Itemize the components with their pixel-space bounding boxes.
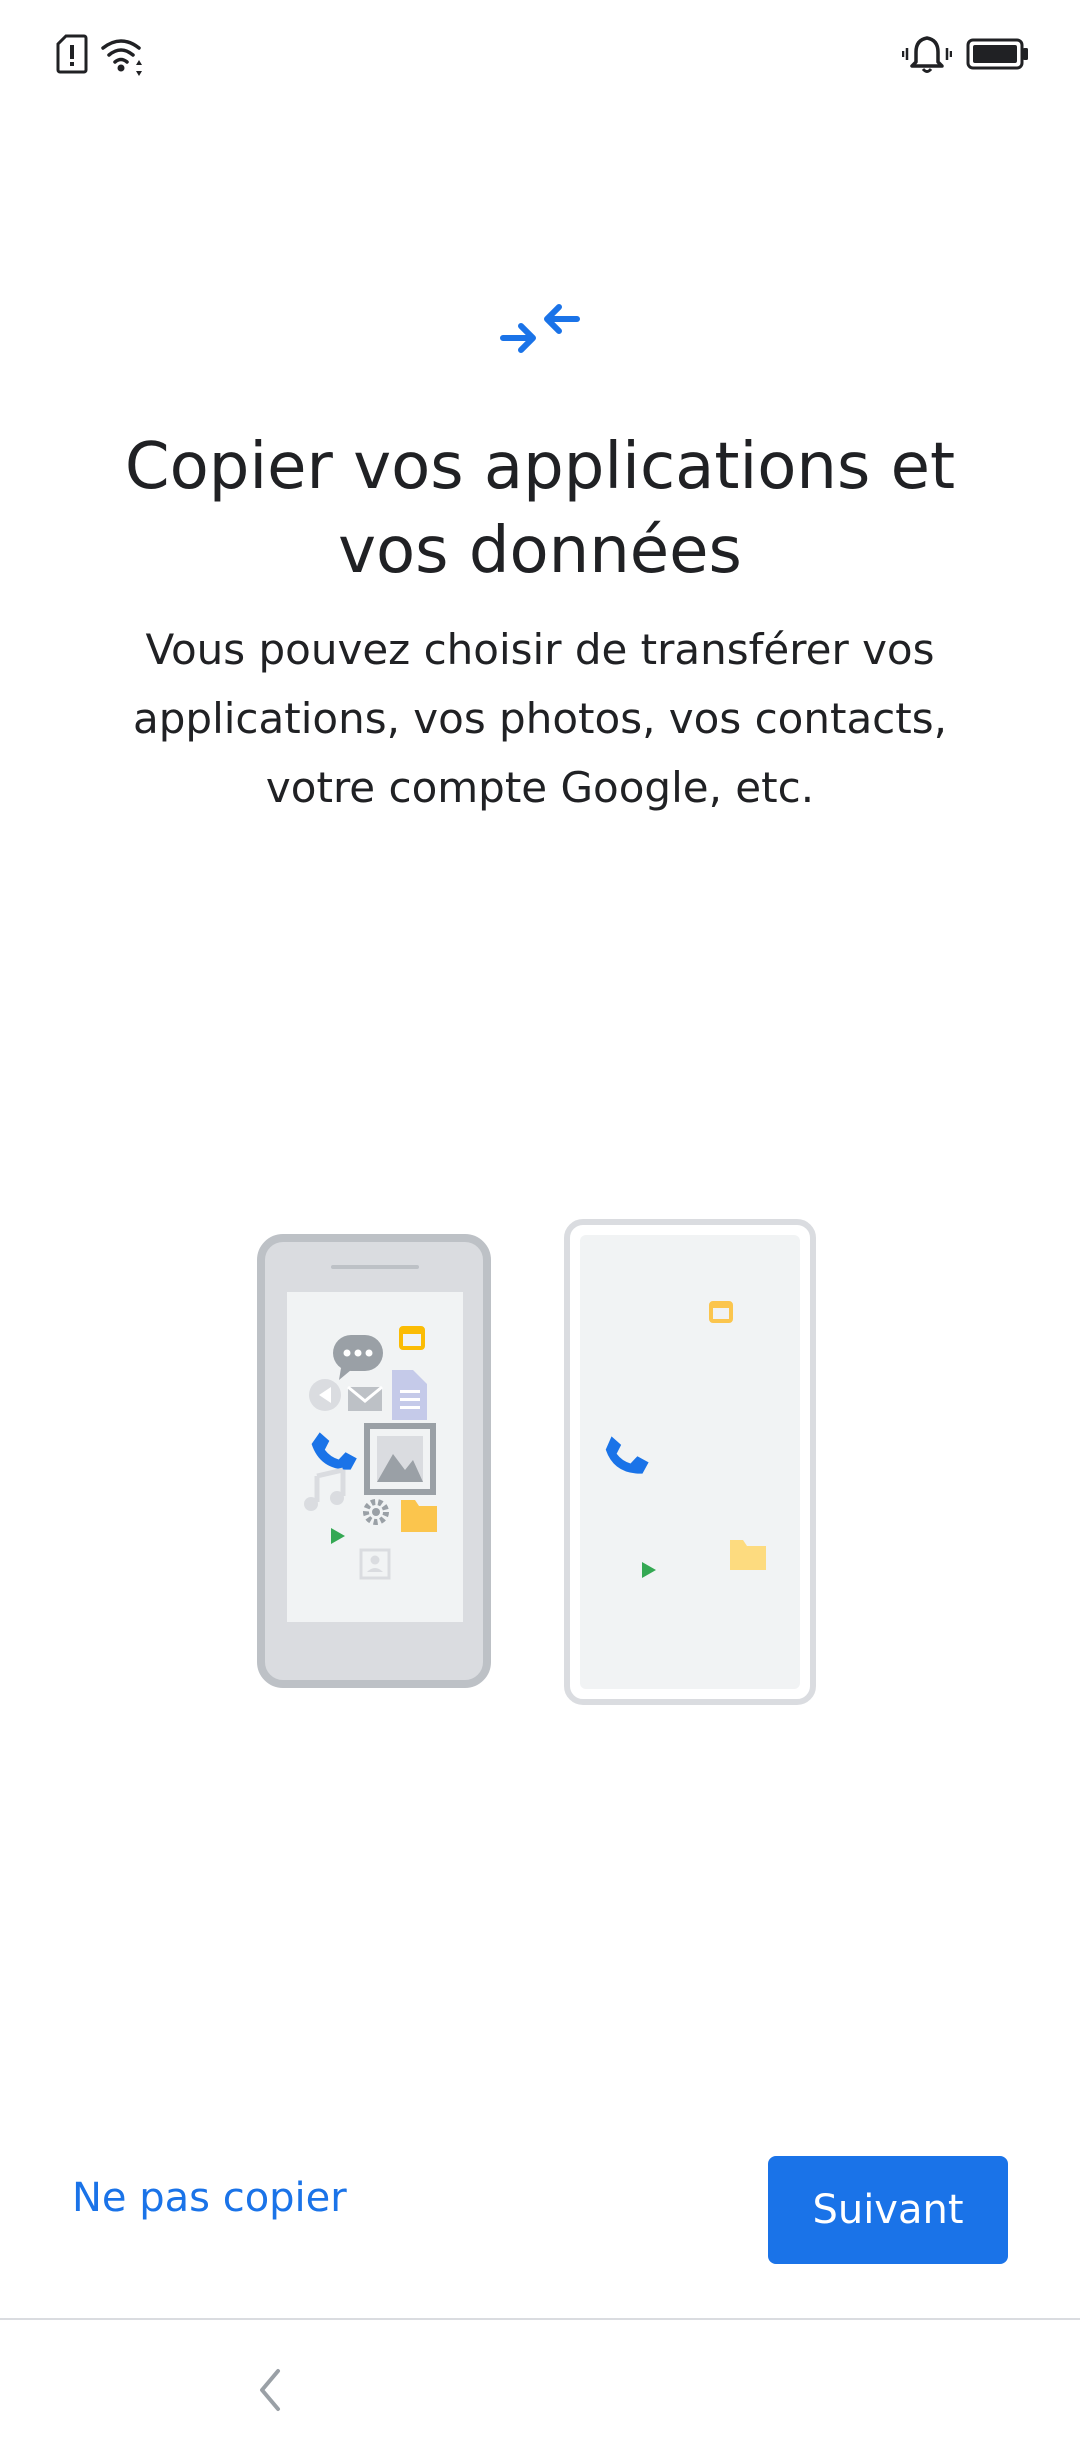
next-button[interactable]: Suivant	[768, 2156, 1008, 2264]
page-title: Copier vos applications et vos données	[124, 430, 956, 588]
target-phone	[564, 1219, 816, 1705]
setup-screen: Copier vos applications et vos données V…	[0, 0, 1080, 2460]
source-phone	[257, 1234, 491, 1688]
vibrate-bell-icon	[902, 36, 952, 73]
transfer-arrows-icon	[500, 304, 580, 353]
battery-icon	[966, 38, 1028, 70]
page-description: Vous pouvez choisir de transférer vos ap…	[133, 625, 947, 812]
mail-icon	[347, 1385, 383, 1411]
sim-alert-icon	[56, 34, 88, 74]
wifi-icon	[101, 39, 142, 76]
navigation-bar	[0, 2320, 1080, 2460]
status-bar	[0, 0, 1080, 110]
back-icon[interactable]	[250, 2365, 290, 2415]
play-store-icon	[309, 1379, 341, 1411]
skip-copy-button[interactable]: Ne pas copier	[72, 2175, 347, 2221]
phone-transfer-illustration	[257, 1219, 816, 1705]
